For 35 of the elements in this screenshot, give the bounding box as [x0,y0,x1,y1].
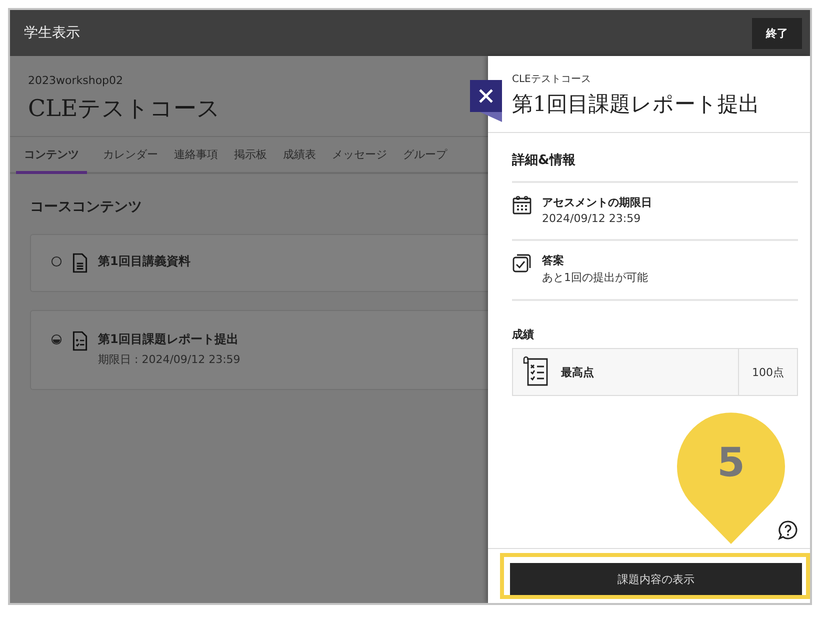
item-title: 第1回目講義資料 [98,253,190,270]
window-title: 学生表示 [24,24,80,42]
content-card[interactable]: 第1回目講義資料 [30,234,488,292]
panel-title: 第1回目課題レポート提出 [512,91,760,118]
tab[interactable]: グループ [403,137,447,174]
document-icon [70,253,90,273]
close-icon[interactable] [470,80,502,122]
calendar-icon [512,195,532,215]
view-assignment-button[interactable]: 課題内容の表示 [510,563,802,595]
tab[interactable]: メッセージ [332,137,387,174]
tab[interactable]: 成績表 [283,137,316,174]
detail-value: あと1回の提出が可能 [542,270,648,285]
checkbox-icon [512,253,532,273]
tab[interactable]: 掲示板 [234,137,267,174]
detail-value: 2024/09/12 23:59 [542,212,642,225]
panel-course: CLEテストコース [512,73,592,86]
help-icon [778,520,798,540]
detail-label: アセスメントの期限日 [542,195,652,210]
item-title: 第1回目課題レポート提出 [98,331,240,348]
exit-button[interactable]: 終了 [752,18,802,48]
section-heading: コースコンテンツ [30,198,142,216]
course-title: CLEテストコース [28,95,222,124]
section-heading: 詳細&情報 [512,151,798,183]
callout-number: 5 [716,440,746,486]
tab[interactable]: コンテンツ [16,137,87,174]
document-icon [70,331,90,351]
due-date: 期限日 : 2024/09/12 23:59 [98,352,240,367]
course-code: 2023workshop02 [28,74,124,87]
content-card[interactable]: 第1回目課題レポート提出 期限日 : 2024/09/12 23:59 [30,310,488,390]
grade-label: 最高点 [561,364,594,380]
tab[interactable]: カレンダー [103,137,158,174]
tab[interactable]: 連絡事項 [174,137,218,174]
grade-value: 100点 [738,349,797,395]
grade-heading: 成績 [512,327,535,342]
detail-label: 答案 [542,253,565,268]
